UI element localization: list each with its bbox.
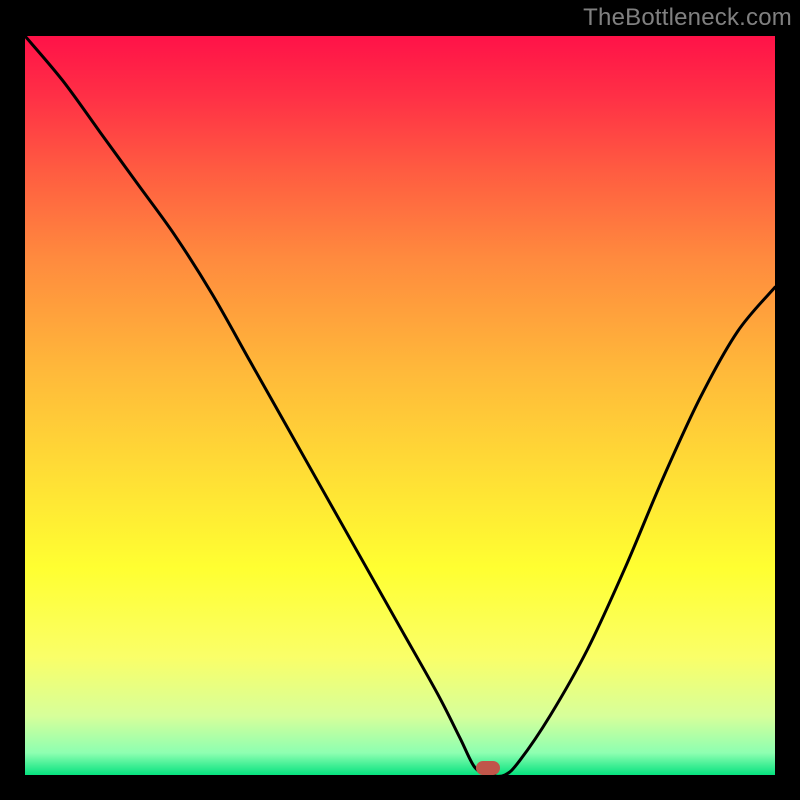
- chart-svg: [25, 36, 775, 775]
- chart-frame: TheBottleneck.com: [0, 0, 800, 800]
- gradient-background: [25, 36, 775, 775]
- plot-area: [25, 36, 775, 775]
- optimal-point-marker: [476, 761, 500, 775]
- attribution-label: TheBottleneck.com: [583, 4, 792, 32]
